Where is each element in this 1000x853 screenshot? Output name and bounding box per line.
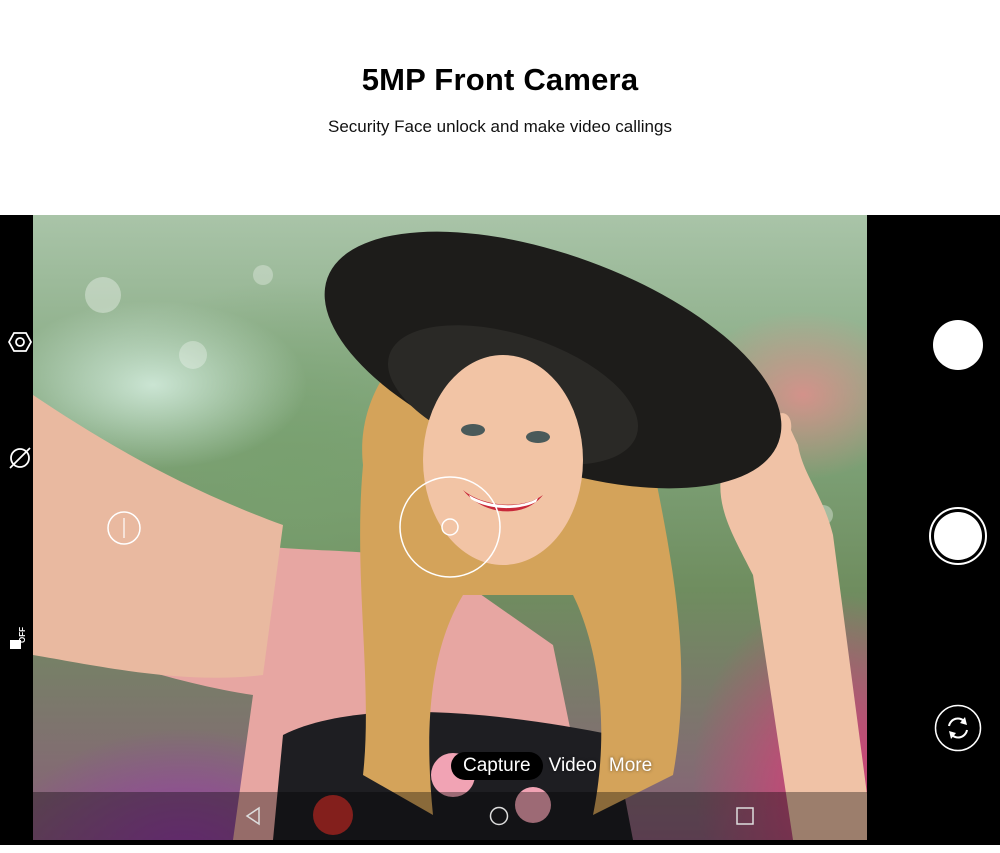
hdr-off-icon[interactable]: OFF [9, 627, 31, 663]
camera-mode-bar: Capture Video More [451, 752, 658, 780]
home-icon[interactable] [489, 806, 509, 826]
page-title: 5MP Front Camera [361, 62, 639, 97]
settings-icon[interactable] [7, 330, 33, 354]
hdr-off-label: OFF [18, 627, 27, 643]
white-circle-button[interactable] [933, 320, 983, 370]
back-icon[interactable] [243, 806, 263, 826]
mode-more[interactable]: More [603, 752, 658, 780]
shutter-button[interactable] [928, 506, 988, 566]
mode-capture[interactable]: Capture [451, 752, 543, 780]
android-nav-bar [33, 792, 867, 840]
mode-video[interactable]: Video [543, 752, 603, 780]
camera-viewfinder[interactable]: Capture Video More [33, 215, 867, 840]
camera-control-rail [867, 215, 1000, 845]
filter-off-icon[interactable] [8, 446, 32, 470]
switch-camera-icon[interactable] [934, 704, 982, 752]
recents-icon[interactable] [735, 806, 755, 826]
page-subtitle: Security Face unlock and make video call… [328, 117, 672, 136]
selfie-photo [33, 231, 867, 840]
camera-app-frame: OFF Capture Video More [0, 215, 1000, 845]
